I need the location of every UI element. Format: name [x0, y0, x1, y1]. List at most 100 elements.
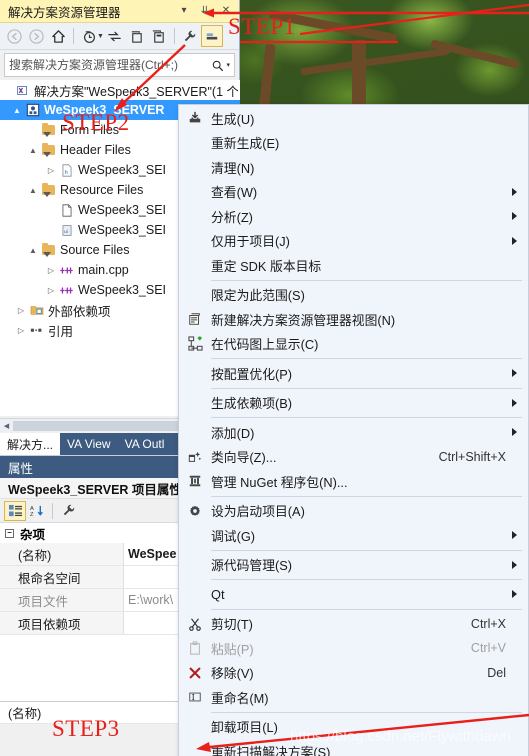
- startup-project-icon: [179, 504, 211, 518]
- menu-item-shortcut: Del: [487, 665, 506, 680]
- code-map-icon: [179, 336, 211, 351]
- back-icon[interactable]: [3, 25, 25, 47]
- expander-icon[interactable]: ▷: [44, 166, 58, 175]
- tree-label: 解决方案"WeSpeek3_SERVER"(1 个项目: [34, 84, 238, 99]
- menu-separator: [211, 495, 522, 497]
- sync-with-active-doc-icon[interactable]: [104, 25, 126, 47]
- preview-pane-icon[interactable]: [200, 25, 223, 47]
- pin-icon[interactable]: ⇊: [199, 5, 211, 17]
- menu-item-remove[interactable]: 移除(V) Del: [179, 661, 528, 686]
- alphabetical-sort-icon[interactable]: AZ: [26, 501, 48, 521]
- close-icon[interactable]: ✕: [220, 5, 232, 17]
- property-key: (名称): [0, 543, 124, 565]
- rename-icon: [179, 691, 211, 703]
- tree-label: WeSpeek3_SEI: [78, 283, 167, 297]
- expander-icon[interactable]: ▷: [14, 326, 28, 335]
- forward-icon[interactable]: [25, 25, 47, 47]
- tab-solution-explorer[interactable]: 解决方...: [0, 433, 61, 455]
- menu-item-set-as-startup-project[interactable]: 设为启动项目(A): [179, 499, 528, 524]
- menu-separator: [211, 608, 522, 610]
- tab-va-outline[interactable]: VA Outl: [118, 433, 172, 455]
- property-pages-wrench-icon[interactable]: [57, 501, 79, 521]
- menu-item-label: 分析(Z): [211, 209, 253, 225]
- menu-item-label: 源代码管理(S): [211, 558, 293, 574]
- menu-item-shortcut: Ctrl+Shift+X: [438, 449, 506, 464]
- menu-item-rescan-solution[interactable]: 重新扫描解决方案(S): [179, 739, 528, 756]
- tab-va-view[interactable]: VA View: [60, 433, 118, 455]
- build-icon: [179, 111, 211, 125]
- menu-item-label: 设为启动项目(A): [211, 504, 305, 520]
- tree-row-solution[interactable]: 解决方案"WeSpeek3_SERVER"(1 个项目: [0, 80, 240, 100]
- expander-icon[interactable]: ▲: [26, 186, 40, 195]
- menu-item-clean[interactable]: 清理(N): [179, 155, 528, 180]
- menu-item-label: 在代码图上显示(C): [211, 337, 319, 353]
- menu-item-label: 新建解决方案资源管理器视图(N): [211, 312, 396, 328]
- cpp-file-icon: [58, 263, 75, 278]
- menu-item-view[interactable]: 查看(W): [179, 180, 528, 205]
- menu-item-debug[interactable]: 调试(G): [179, 523, 528, 548]
- tree-label: 引用: [48, 324, 74, 339]
- expander-icon[interactable]: ▲: [26, 146, 40, 155]
- project-context-menu[interactable]: 生成(U) 重新生成(E) 清理(N) 查看(W) 分析(Z) 仅用于项目(J): [178, 104, 529, 756]
- scroll-left-arrow-icon[interactable]: ◀: [0, 422, 13, 430]
- properties-wrench-icon[interactable]: [179, 25, 201, 47]
- tree-label: Resource Files: [60, 183, 144, 197]
- submenu-arrow-icon: [512, 560, 517, 569]
- menu-item-class-wizard[interactable]: 类向导(Z)... Ctrl+Shift+X: [179, 445, 528, 470]
- menu-item-cut[interactable]: 剪切(T) Ctrl+X: [179, 612, 528, 637]
- menu-item-shortcut: Ctrl+V: [470, 641, 506, 656]
- chevron-down-icon[interactable]: ▼: [97, 33, 104, 40]
- collapse-all-icon[interactable]: [126, 25, 148, 47]
- group-toggle-icon[interactable]: −: [5, 528, 14, 538]
- menu-item-manage-nuget[interactable]: 管理 NuGet 程序包(N)...: [179, 469, 528, 494]
- menu-item-qt[interactable]: Qt: [179, 582, 528, 607]
- menu-item-label: 重定 SDK 版本目标: [211, 258, 322, 274]
- menu-item-build-dependencies[interactable]: 生成依赖项(B): [179, 391, 528, 416]
- search-icon[interactable]: [211, 59, 224, 72]
- paste-icon: [179, 641, 211, 655]
- menu-item-label: 重命名(M): [211, 690, 269, 706]
- search-input[interactable]: [9, 58, 212, 72]
- menu-item-analyze[interactable]: 分析(Z): [179, 204, 528, 229]
- menu-item-project-only[interactable]: 仅用于项目(J): [179, 229, 528, 254]
- menu-item-label: 查看(W): [211, 185, 258, 201]
- menu-separator: [211, 549, 522, 551]
- expander-icon[interactable]: ▷: [14, 306, 28, 315]
- menu-item-show-on-code-map[interactable]: 在代码图上显示(C): [179, 332, 528, 357]
- tree-label: Header Files: [60, 143, 131, 157]
- menu-item-rename[interactable]: 重命名(M): [179, 685, 528, 710]
- dropdown-icon[interactable]: ▾: [178, 5, 190, 17]
- window-controls: ▾ ⇊ ✕: [178, 5, 239, 17]
- expander-icon[interactable]: ▷: [44, 286, 58, 295]
- categorized-icon[interactable]: [4, 500, 26, 521]
- menu-item-retarget-sdk[interactable]: 重定 SDK 版本目标: [179, 253, 528, 278]
- search-box[interactable]: ▾: [4, 53, 235, 77]
- submenu-arrow-icon: [512, 187, 517, 196]
- submenu-arrow-icon: [512, 212, 517, 221]
- home-icon[interactable]: [47, 25, 69, 47]
- menu-separator: [211, 387, 522, 389]
- menu-item-build[interactable]: 生成(U): [179, 106, 528, 131]
- menu-item-scope-to-this[interactable]: 限定为此范围(S): [179, 283, 528, 308]
- expander-icon[interactable]: ▲: [10, 106, 24, 115]
- menu-item-unload-project[interactable]: 卸载项目(L): [179, 715, 528, 740]
- menu-item-source-control[interactable]: 源代码管理(S): [179, 553, 528, 578]
- show-all-files-icon[interactable]: [148, 25, 170, 47]
- submenu-arrow-icon: [512, 531, 517, 540]
- menu-item-add[interactable]: 添加(D): [179, 420, 528, 445]
- expander-icon[interactable]: ▲: [26, 246, 40, 255]
- expander-icon[interactable]: ▷: [44, 266, 58, 275]
- menu-item-label: 限定为此范围(S): [211, 288, 305, 304]
- new-view-icon: [179, 312, 211, 326]
- menu-item-label: 仅用于项目(J): [211, 234, 290, 250]
- search-chevron-down-icon[interactable]: ▾: [226, 61, 230, 69]
- properties-toolbar-separator: [52, 502, 53, 519]
- property-key: (名称): [0, 702, 124, 723]
- filter-folder-icon: [40, 183, 57, 198]
- submenu-arrow-icon: [512, 236, 517, 245]
- menu-item-rebuild[interactable]: 重新生成(E): [179, 131, 528, 156]
- submenu-arrow-icon: [512, 590, 517, 599]
- menu-item-profile-guided-optimization[interactable]: 按配置优化(P): [179, 361, 528, 386]
- menu-item-new-solution-explorer-view[interactable]: 新建解决方案资源管理器视图(N): [179, 307, 528, 332]
- menu-item-label: 粘贴(P): [211, 641, 254, 657]
